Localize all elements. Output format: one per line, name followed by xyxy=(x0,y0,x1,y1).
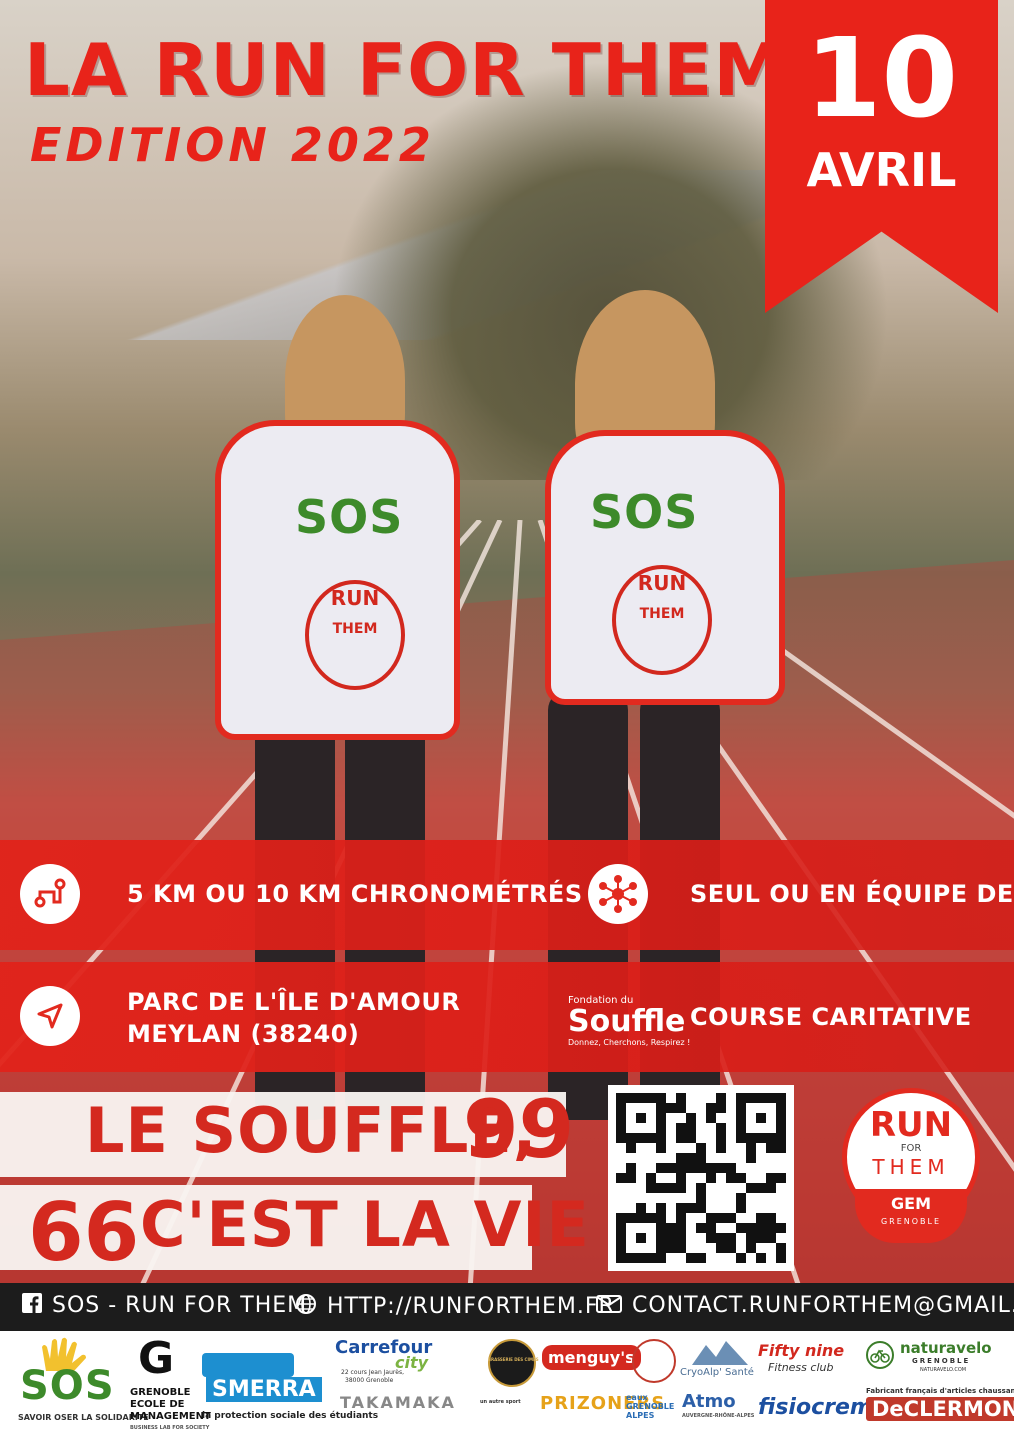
edition-subtitle: EDITION 2022 xyxy=(30,118,435,172)
run-for-them-logo: RUN FOR THEM GEM GRENOBLE xyxy=(842,1088,980,1243)
fondation-souffle-logo: Fondation du Souffle Donnez, Cherchons, … xyxy=(568,995,691,1047)
shirt-sos-right: SOS xyxy=(590,485,699,539)
sponsor-atmo: Atmo AUVERGNE-RHÔNE-ALPES xyxy=(682,1391,755,1419)
team-network-icon xyxy=(588,864,648,924)
route-icon xyxy=(20,864,80,924)
bike-icon xyxy=(866,1341,894,1369)
sponsor-naturavelo: naturavelo GRENOBLE NATURAVELO.COM xyxy=(866,1339,998,1384)
distance-text: 5 KM OU 10 KM CHRONOMÉTRÉS xyxy=(127,880,583,908)
shirt-run-badge-left: RUN THEM xyxy=(305,580,405,690)
globe-icon xyxy=(295,1293,317,1321)
sponsor-eaux-label: eaux GRENOBLE ALPES xyxy=(626,1393,675,1420)
mail-icon xyxy=(596,1294,622,1319)
website-link[interactable]: HTTP://RUNFORTHEM.FR xyxy=(295,1293,615,1321)
shirt-run-badge-right: RUN THEM xyxy=(612,565,712,675)
sponsor-declermont-tag: Fabricant français d'articles chaussants xyxy=(866,1387,1014,1395)
sponsor-strip: SOS SAVOIR OSER LA SOLIDARITE G GRENOBLE… xyxy=(0,1331,1014,1434)
sponsor-unautresport: un autre sport xyxy=(480,1399,521,1405)
sponsor-smerra: SMERRA la protection sociale des étudian… xyxy=(202,1349,378,1429)
quote-line2: C'EST LA VIE xyxy=(140,1188,590,1261)
quote-open-mark: 66 xyxy=(28,1186,140,1279)
location-arrow-icon xyxy=(20,986,80,1046)
sponsor-fiftynine: Fifty nine Fitness club xyxy=(758,1341,845,1374)
email-link[interactable]: CONTACT.RUNFORTHEM@GMAIL.COM xyxy=(596,1293,1014,1319)
shirt-sos-left: SOS xyxy=(295,490,404,544)
sponsor-brasserie: BRASSERIE DES CIMES xyxy=(488,1339,539,1387)
facebook-icon xyxy=(22,1293,42,1319)
charity-text: COURSE CARITATIVE xyxy=(690,1003,972,1031)
sponsor-carrefour: Carrefour city 22 cours Jean Jaurès, 380… xyxy=(335,1337,433,1384)
sponsor-cryoalp: CryoAlp' Santé xyxy=(680,1339,756,1384)
contact-bar: SOS - RUN FOR THEM HTTP://RUNFORTHEM.FR … xyxy=(0,1283,1014,1331)
date-month: AVRIL xyxy=(806,143,957,197)
qr-code[interactable] xyxy=(608,1085,794,1271)
sponsor-takamaka: TAKAMAKA xyxy=(340,1393,456,1412)
location-line1: PARC DE L'ÎLE D'AMOUR xyxy=(127,988,461,1016)
team-text: SEUL OU EN ÉQUIPE DE 3 xyxy=(690,880,1014,908)
sponsor-menguys: menguy's xyxy=(542,1345,641,1370)
poster-title: LA RUN FOR THEM xyxy=(24,28,786,112)
sponsor-fisiocrem: fisiocrem xyxy=(758,1395,873,1420)
location-line2: MEYLAN (38240) xyxy=(127,1020,360,1048)
sponsor-eaux xyxy=(632,1339,676,1383)
sponsor-declermont: DeCLERMONT xyxy=(866,1397,1014,1421)
sponsor-sos: SOS SAVOIR OSER LA SOLIDARITE xyxy=(18,1337,149,1427)
quote-close-mark: 99 xyxy=(463,1083,575,1176)
poster: SOS RUN THEM SOS RUN THEM LA RUN FOR THEM … xyxy=(0,0,1014,1434)
facebook-link[interactable]: SOS - RUN FOR THEM xyxy=(22,1293,307,1319)
date-day: 10 xyxy=(804,14,959,142)
mountain-icon xyxy=(692,1341,748,1365)
